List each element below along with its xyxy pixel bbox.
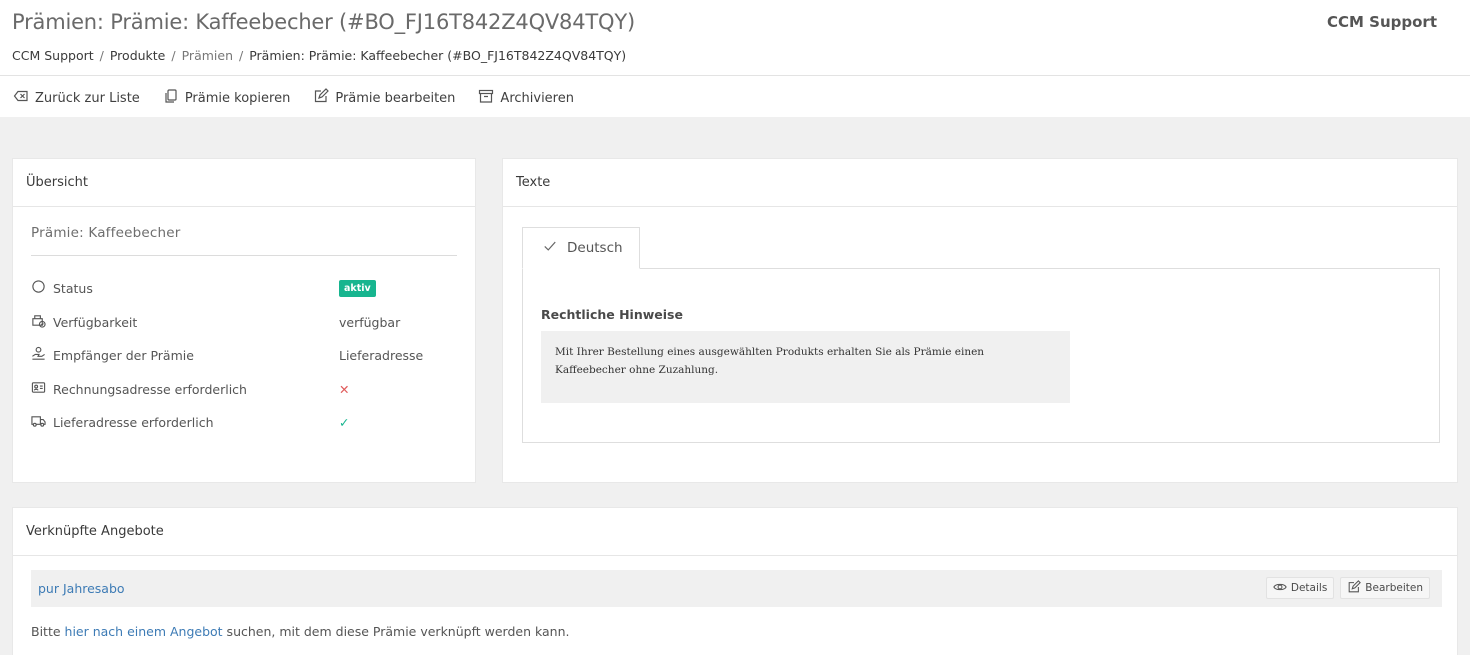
list-item: pur Jahresabo Details Bearbeiten xyxy=(31,570,1442,607)
search-hint: Bitte hier nach einem Angebot suchen, mi… xyxy=(31,624,570,639)
delivery-address-label: Lieferadresse erforderlich xyxy=(53,414,214,430)
details-label: Details xyxy=(1290,582,1328,594)
offer-search-link[interactable]: hier nach einem Angebot xyxy=(65,624,223,639)
legal-notes-title: Rechtliche Hinweise xyxy=(541,307,683,322)
status-label: Status xyxy=(53,280,93,296)
linked-offers-panel: Verknüpfte Angebote pur Jahresabo Detail… xyxy=(12,507,1458,655)
archive-button[interactable]: Archivieren xyxy=(478,88,574,108)
circle-icon xyxy=(31,279,46,297)
page-title: Prämien: Prämie: Kaffeebecher (#BO_FJ16T… xyxy=(12,10,635,34)
recipient-icon xyxy=(31,346,46,364)
delivery-address-row: Lieferadresse erforderlich ✓ xyxy=(31,411,451,433)
hint-suffix: suchen, mit dem diese Prämie verknüpft w… xyxy=(222,624,570,639)
availability-value: verfügbar xyxy=(339,314,401,330)
user-name[interactable]: CCM Support xyxy=(1327,13,1437,31)
copy-reward-label: Prämie kopieren xyxy=(184,90,291,106)
status-row: Status aktiv xyxy=(31,277,451,299)
linked-offers-heading: Verknüpfte Angebote xyxy=(13,508,1457,556)
truck-icon xyxy=(31,413,46,431)
tab-deutsch[interactable]: Deutsch xyxy=(522,227,640,269)
status-badge: aktiv xyxy=(339,279,376,297)
header: Prämien: Prämie: Kaffeebecher (#BO_FJ16T… xyxy=(0,0,1470,117)
archive-icon xyxy=(478,88,494,108)
billing-address-value: ✕ xyxy=(339,381,350,397)
check-icon xyxy=(543,239,557,257)
recipient-row: Empfänger der Prämie Lieferadresse xyxy=(31,344,451,366)
copy-icon xyxy=(163,88,179,108)
back-to-list-button[interactable]: Zurück zur Liste xyxy=(13,88,140,108)
availability-row: Verfügbarkeit verfügbar xyxy=(31,311,451,333)
edit-reward-label: Prämie bearbeiten xyxy=(335,90,456,106)
billing-address-row: Rechnungsadresse erforderlich ✕ xyxy=(31,378,451,400)
reward-title: Prämie: Kaffeebecher xyxy=(31,225,181,241)
breadcrumb-item-home[interactable]: CCM Support xyxy=(12,48,94,63)
overview-divider xyxy=(31,255,457,256)
breadcrumb: CCM Support / Produkte / Prämien / Prämien: Pr… xyxy=(12,48,626,63)
breadcrumb-item-current: Prämien: Prämie: Kaffeebecher (#BO_FJ16T… xyxy=(249,48,627,63)
header-divider xyxy=(0,75,1470,76)
texts-heading: Texte xyxy=(503,159,1457,207)
breadcrumb-separator: / xyxy=(99,48,104,63)
edit-offer-button[interactable]: Bearbeiten xyxy=(1340,577,1430,599)
billing-address-label: Rechnungsadresse erforderlich xyxy=(53,381,247,397)
offer-link[interactable]: pur Jahresabo xyxy=(38,581,125,596)
eye-icon xyxy=(1273,580,1287,597)
tab-deutsch-label: Deutsch xyxy=(567,240,623,256)
edit-offer-label: Bearbeiten xyxy=(1365,582,1423,594)
breadcrumb-separator: / xyxy=(239,48,244,63)
details-button[interactable]: Details xyxy=(1265,577,1335,599)
edit-icon xyxy=(1347,579,1362,597)
backspace-icon xyxy=(13,88,29,108)
id-card-icon xyxy=(31,380,46,398)
delivery-address-value: ✓ xyxy=(339,414,350,430)
edit-icon xyxy=(313,88,330,108)
action-bar: Zurück zur Liste Prämie kopieren Prämie … xyxy=(13,88,574,108)
hint-prefix: Bitte xyxy=(31,624,65,639)
copy-reward-button[interactable]: Prämie kopieren xyxy=(163,88,291,108)
archive-label: Archivieren xyxy=(500,90,574,106)
offer-actions: Details Bearbeiten xyxy=(1265,577,1430,599)
overview-heading: Übersicht xyxy=(13,159,475,207)
legal-notes-text: Mit Ihrer Bestellung eines ausgewählten … xyxy=(541,331,1070,403)
back-to-list-label: Zurück zur Liste xyxy=(35,90,140,106)
recipient-value: Lieferadresse xyxy=(339,347,424,363)
availability-label: Verfügbarkeit xyxy=(53,314,138,330)
texts-panel: Texte Deutsch Rechtliche Hinweise Mit Ih… xyxy=(502,158,1458,483)
breadcrumb-item-produkte[interactable]: Produkte xyxy=(110,48,166,63)
breadcrumb-separator: / xyxy=(171,48,176,63)
availability-icon xyxy=(31,313,46,331)
overview-panel: Übersicht Prämie: Kaffeebecher Status ak… xyxy=(12,158,476,483)
edit-reward-button[interactable]: Prämie bearbeiten xyxy=(313,88,455,108)
recipient-label: Empfänger der Prämie xyxy=(53,347,194,363)
breadcrumb-item-praemien[interactable]: Prämien xyxy=(182,48,233,63)
tab-content: Rechtliche Hinweise Mit Ihrer Bestellung… xyxy=(522,268,1440,443)
